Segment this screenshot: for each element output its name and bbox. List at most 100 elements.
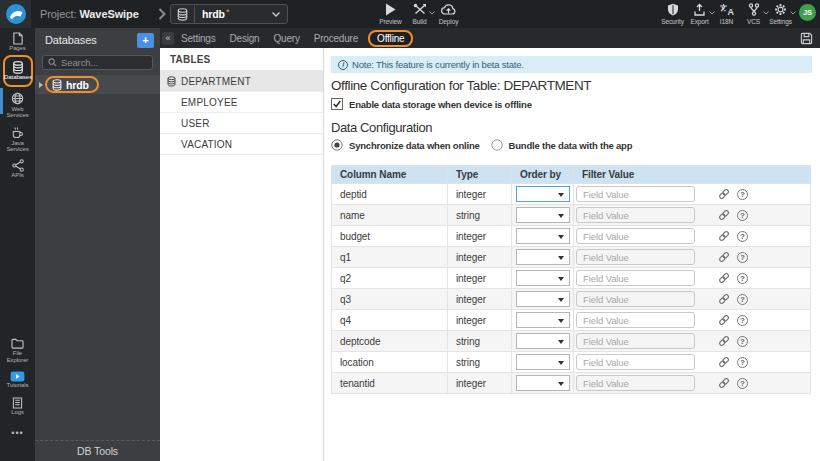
order-by-select[interactable] [516, 312, 570, 328]
preview-button[interactable]: Preview [378, 3, 403, 25]
security-button[interactable]: Security [660, 3, 685, 25]
help-icon[interactable]: ? [737, 315, 748, 326]
database-item-hrdb[interactable]: hrdb [35, 75, 160, 94]
tab-procedure[interactable]: Procedure [307, 33, 365, 44]
filter-value-input[interactable]: Field Value [576, 333, 695, 349]
bind-variable-icon[interactable] [718, 230, 730, 242]
order-by-select[interactable] [516, 375, 570, 391]
topbar-actions: Preview Build Deploy [378, 3, 461, 25]
order-by-select[interactable] [516, 228, 570, 244]
deploy-button[interactable]: Deploy [436, 3, 461, 25]
settings-button[interactable]: Settings [768, 3, 793, 25]
sidebar-item-tutorials[interactable]: Tutorials [7, 367, 29, 392]
bind-variable-icon[interactable] [718, 335, 730, 347]
help-icon[interactable]: ? [737, 336, 748, 347]
wavemaker-logo-icon [5, 3, 27, 25]
table-item-user[interactable]: USER [160, 113, 323, 134]
search-input[interactable]: Search... [42, 55, 153, 70]
user-avatar[interactable]: JS [799, 4, 816, 21]
bind-variable-icon[interactable] [718, 377, 730, 389]
bind-variable-icon[interactable] [718, 188, 730, 200]
add-database-button[interactable]: + [137, 33, 154, 48]
help-icon[interactable]: ? [737, 357, 748, 368]
order-by-select[interactable] [516, 333, 570, 349]
bind-variable-icon[interactable] [718, 209, 730, 221]
order-by-select[interactable] [516, 270, 570, 286]
java-services-icon [11, 126, 24, 139]
help-icon[interactable]: ? [737, 294, 748, 305]
help-icon[interactable]: ? [737, 252, 748, 263]
filter-value-input[interactable]: Field Value [576, 186, 695, 202]
column-name-cell: q2 [332, 268, 448, 289]
collapse-panel-button[interactable]: « [162, 32, 174, 45]
web-services-icon [11, 92, 24, 105]
export-button[interactable]: Export [687, 3, 712, 25]
sidebar-item-apis[interactable]: APIs [0, 155, 35, 181]
order-by-select[interactable] [516, 249, 570, 265]
order-by-select[interactable] [516, 291, 570, 307]
bundle-radio-label: Bundle the data with the app [509, 140, 633, 151]
topbar: Project: WaveSwipe hrdb * Preview Build … [0, 0, 820, 28]
column-name-cell: deptcode [332, 331, 448, 352]
order-by-select[interactable] [516, 354, 570, 370]
type-cell: integer [448, 247, 512, 268]
security-icon [667, 3, 679, 16]
filter-value-input[interactable]: Field Value [576, 249, 695, 265]
bind-variable-icon[interactable] [718, 314, 730, 326]
bundle-radio[interactable] [491, 139, 503, 151]
vcs-button[interactable]: VCS [741, 3, 766, 25]
column-name-cell: location [332, 352, 448, 373]
app-logo[interactable] [0, 0, 31, 28]
filter-value-input[interactable]: Field Value [576, 270, 695, 286]
filter-value-input[interactable]: Field Value [576, 312, 695, 328]
sidebar-item-web-services[interactable]: WebServices [0, 88, 35, 122]
type-cell: integer [448, 184, 512, 205]
tab-offline[interactable]: Offline [368, 30, 413, 47]
help-icon[interactable]: ? [737, 273, 748, 284]
bind-variable-icon[interactable] [718, 356, 730, 368]
order-by-select[interactable] [516, 207, 570, 223]
help-icon[interactable]: ? [737, 231, 748, 242]
help-icon[interactable]: ? [737, 189, 748, 200]
tab-design[interactable]: Design [223, 33, 267, 44]
column-name-cell: tenantid [332, 373, 448, 394]
table-item-department[interactable]: DEPARTMENT [160, 71, 323, 92]
table-row: deptid integer Field Value ? [332, 184, 811, 205]
sidebar-item-java-services[interactable]: JavaServices [0, 122, 35, 156]
help-icon[interactable]: ? [737, 210, 748, 221]
table-item-employee[interactable]: EMPLOYEE [160, 92, 323, 113]
i18n-button[interactable]: A I18N [714, 3, 739, 25]
filter-value-input[interactable]: Field Value [576, 291, 695, 307]
databases-icon [12, 61, 24, 74]
table-row: q3 integer Field Value ? [332, 289, 811, 310]
table-item-vacation[interactable]: VACATION [160, 134, 323, 155]
order-by-select[interactable] [516, 186, 570, 202]
sidebar-item-logs[interactable]: Logs [11, 393, 24, 419]
synchronize-radio-label: Synchronize data when online [349, 140, 480, 151]
enable-offline-checkbox[interactable] [331, 98, 343, 110]
filter-value-input[interactable]: Field Value [576, 207, 695, 223]
bind-variable-icon[interactable] [718, 272, 730, 284]
help-icon[interactable]: ? [737, 378, 748, 389]
type-cell: integer [448, 268, 512, 289]
database-selector[interactable]: hrdb * [170, 4, 288, 24]
column-name-cell: q3 [332, 289, 448, 310]
sidebar-item-databases[interactable]: Databases [3, 55, 33, 86]
tab-settings[interactable]: Settings [174, 33, 223, 44]
sidebar-item-file-explorer[interactable]: FileExplorer [7, 334, 29, 367]
bind-variable-icon[interactable] [718, 293, 730, 305]
sidebar-item-pages[interactable]: Pages [0, 28, 35, 54]
save-button[interactable] [800, 32, 813, 45]
build-button[interactable]: Build [407, 3, 432, 25]
db-tools-button[interactable]: DB Tools [35, 440, 160, 461]
filter-value-input[interactable]: Field Value [576, 354, 695, 370]
col-header-column-name: Column Name [332, 166, 448, 184]
bind-variable-icon[interactable] [718, 251, 730, 263]
filter-value-input[interactable]: Field Value [576, 228, 695, 244]
filter-value-input[interactable]: Field Value [576, 375, 695, 391]
type-cell: integer [448, 226, 512, 247]
expand-arrow-icon[interactable] [39, 82, 43, 88]
synchronize-radio[interactable] [331, 139, 343, 151]
tab-query[interactable]: Query [266, 33, 306, 44]
sidebar-more-button[interactable]: ••• [11, 431, 23, 439]
